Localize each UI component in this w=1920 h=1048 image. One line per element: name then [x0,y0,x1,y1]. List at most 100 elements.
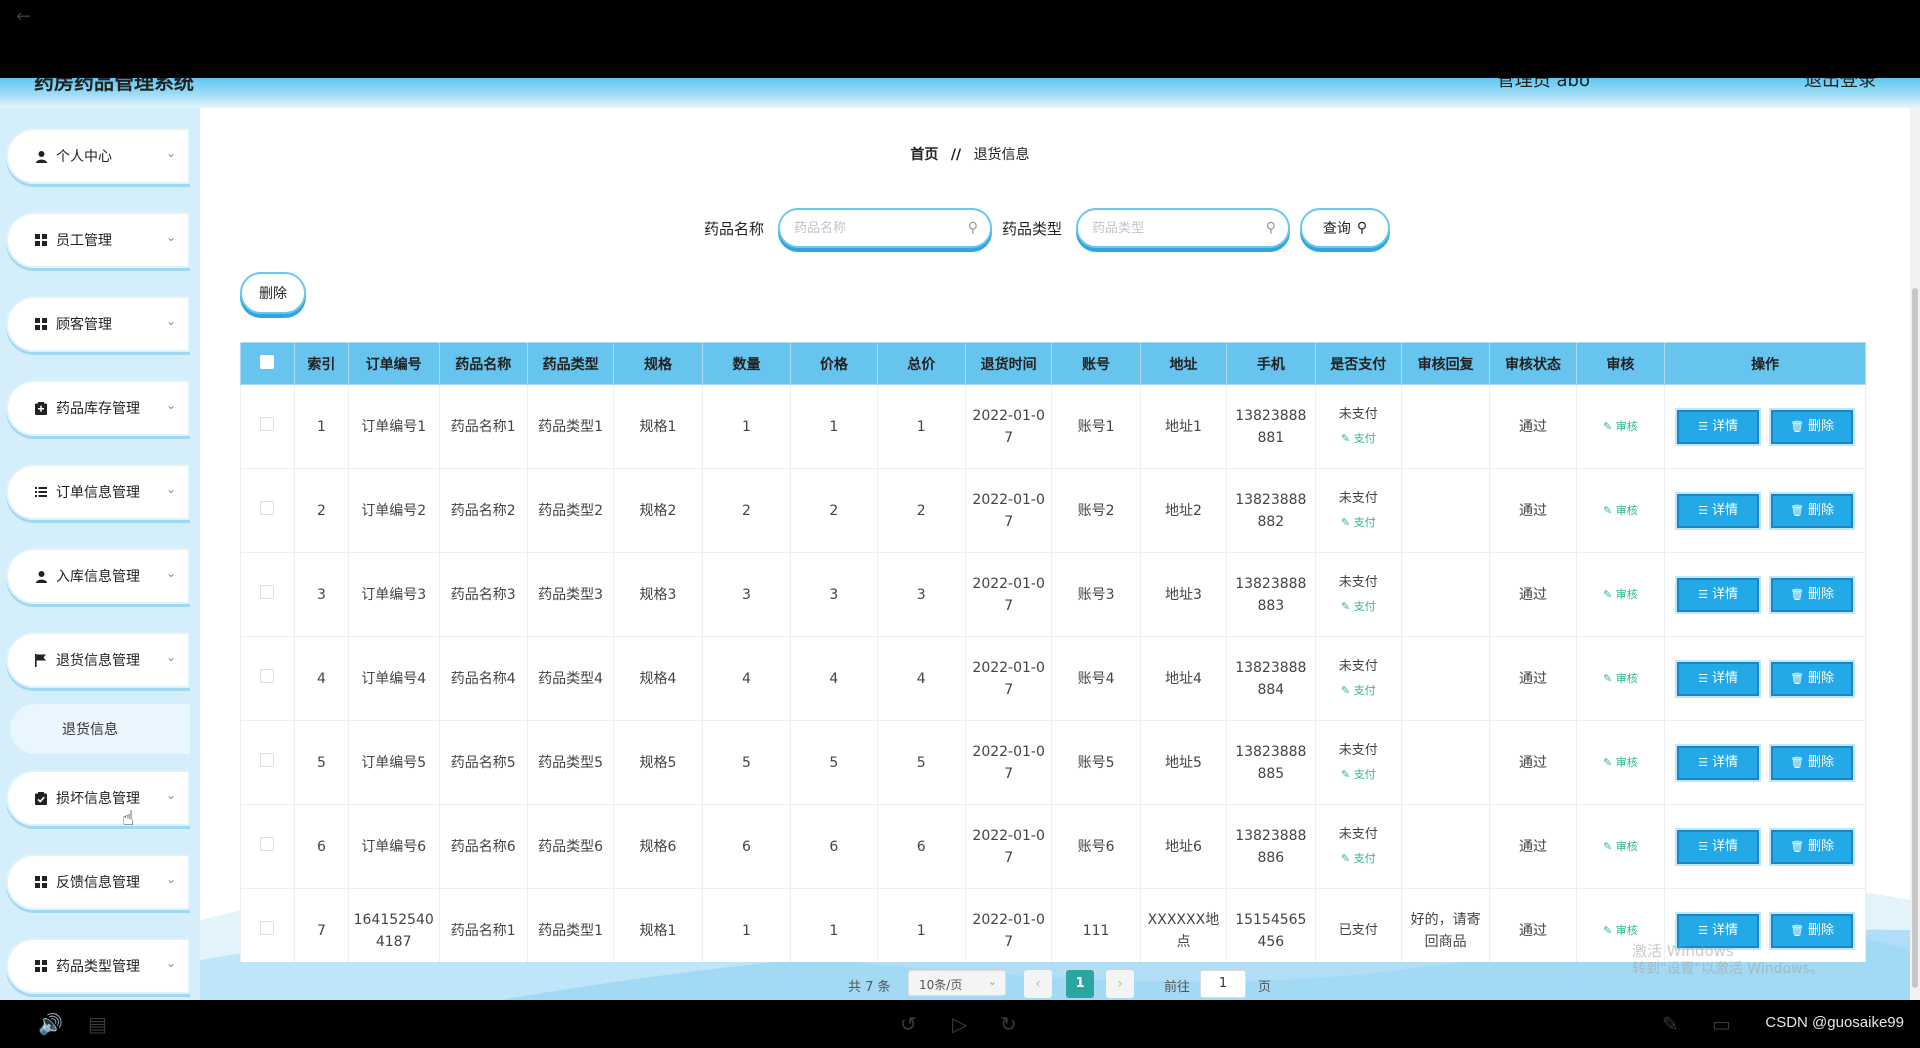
next-page-button[interactable]: › [1106,970,1134,998]
row-checkbox[interactable] [260,836,275,851]
audit-link[interactable]: ✎ 审核 [1603,420,1638,433]
drug-type-search[interactable]: ⚲ [1076,208,1290,248]
sidebar-item-drug-type[interactable]: 药品类型管理 ⌄ [6,938,190,994]
detail-button[interactable]: ☰ 详情 [1677,829,1760,864]
select-all-checkbox[interactable] [260,354,275,369]
cell-total: 6 [876,804,967,889]
sidebar-item-damage[interactable]: 损坏信息管理 ⌄ [6,770,190,826]
audit-link[interactable]: ✎ 审核 [1603,504,1638,517]
row-checkbox[interactable] [260,500,275,515]
cell-return-time: 2022-01-07 [964,720,1053,805]
pay-link[interactable]: ✎ 支付 [1320,764,1397,786]
cell-spec: 规格3 [613,552,703,637]
pay-link[interactable]: ✎ 支付 [1320,680,1397,702]
drug-name-input[interactable] [794,220,954,236]
delete-button[interactable]: 🗑 删除 [1771,577,1854,612]
delete-button[interactable]: 🗑 删除 [1771,745,1854,780]
row-select-cell [240,552,295,637]
logout-link[interactable]: 退出登录 [1804,78,1876,92]
subtitle-icon[interactable]: ▤ [88,1012,107,1036]
row-checkbox[interactable] [260,416,275,431]
forward-icon[interactable]: ↻ [1000,1012,1017,1036]
cell-return-time: 2022-01-07 [964,636,1053,721]
detail-button-label: 详情 [1711,502,1738,518]
table-row: 1 订单编号1 药品名称1 药品类型1 规格1 1 1 1 2022-01-07 账号1 地址1 13… [240,384,1866,469]
pay-link-label: 支付 [1353,767,1376,781]
detail-button[interactable]: ☰ 详情 [1677,409,1760,444]
back-arrow-icon[interactable]: ← [16,6,31,27]
pay-link[interactable]: ✎ 支付 [1320,596,1397,618]
delete-button-label: 删除 [1808,670,1835,686]
sidebar-item-drug-stock[interactable]: 药品库存管理 ⌄ [6,380,190,436]
pen-icon[interactable]: ✎ [1662,1012,1679,1036]
rewind-icon[interactable]: ↺ [900,1012,917,1036]
cell-drug-name: 药品名称2 [438,468,528,553]
user-icon [34,149,48,163]
cell-address: 地址5 [1139,720,1228,805]
sidebar-item-label: 顾客管理 [56,317,112,333]
submenu-item-return-info[interactable]: 退货信息 [10,704,190,754]
pay-link[interactable]: ✎ 支付 [1320,848,1397,870]
detail-button[interactable]: ☰ 详情 [1677,577,1760,612]
row-checkbox[interactable] [260,752,275,767]
audit-link[interactable]: ✎ 审核 [1603,840,1638,853]
screen-icon[interactable]: ▭ [1712,1012,1731,1036]
sidebar-item-order[interactable]: 订单信息管理 ⌄ [6,464,190,520]
delete-button[interactable]: 🗑 删除 [1771,829,1854,864]
delete-button[interactable]: 🗑 删除 [1771,661,1854,696]
delete-button[interactable]: 🗑 删除 [1771,409,1854,444]
pay-link[interactable]: ✎ 支付 [1320,428,1397,450]
batch-delete-button[interactable]: 删除 [240,272,306,314]
page-size-select[interactable]: 10条/页 ⌄ [908,970,1006,996]
chevron-down-icon: ⌄ [165,788,176,802]
cell-drug-name: 药品名称3 [438,552,528,637]
breadcrumb: 首页 // 退货信息 [200,144,1740,164]
row-checkbox[interactable] [260,584,275,599]
vertical-scrollbar[interactable] [1910,108,1920,1000]
audit-link[interactable]: ✎ 审核 [1603,588,1638,601]
pay-status: 未支付 [1338,826,1378,842]
audit-link[interactable]: ✎ 审核 [1603,924,1638,937]
breadcrumb-home[interactable]: 首页 [910,147,938,163]
sidebar-item-inbound[interactable]: 入库信息管理 ⌄ [6,548,190,604]
drug-type-input[interactable] [1092,220,1252,236]
sidebar-item-return[interactable]: 退货信息管理 ⌄ [6,632,190,688]
row-select-cell [240,384,295,469]
cell-index: 5 [293,720,349,805]
sidebar-item-label: 损坏信息管理 [56,791,140,807]
drug-type-label: 药品类型 [1002,220,1063,238]
sidebar-item-customer[interactable]: 顾客管理 ⌄ [6,296,190,352]
prev-page-button[interactable]: ‹ [1024,970,1052,998]
grid-icon [34,875,48,889]
delete-button[interactable]: 🗑 删除 [1771,493,1854,528]
document-icon: ☰ [1698,755,1708,769]
volume-icon[interactable]: 🔊 [38,1012,63,1036]
play-icon[interactable]: ▷ [952,1012,967,1036]
page-number-active[interactable]: 1 [1066,970,1094,998]
scrollbar-thumb[interactable] [1912,288,1918,988]
cell-spec: 规格1 [613,384,703,469]
cell-address: 地址1 [1139,384,1228,469]
audit-link-label: 审核 [1615,672,1638,685]
sidebar-item-employee[interactable]: 员工管理 ⌄ [6,212,190,268]
pay-link[interactable]: ✎ 支付 [1320,512,1397,534]
audit-link[interactable]: ✎ 审核 [1603,672,1638,685]
cell-audit: ✎ 审核 [1575,804,1666,889]
cell-operations: ☰ 详情 🗑 删除 [1664,804,1866,889]
cell-status: 通过 [1489,636,1577,721]
detail-button[interactable]: ☰ 详情 [1677,745,1760,780]
drug-name-label: 药品名称 [704,220,765,238]
goto-page-input[interactable]: 1 [1200,970,1246,998]
query-button[interactable]: 查询 ⚲ [1300,208,1390,248]
sidebar-item-personal-center[interactable]: 个人中心 ⌄ [6,128,190,184]
sidebar-item-feedback[interactable]: 反馈信息管理 ⌄ [6,854,190,910]
drug-name-search[interactable]: ⚲ [778,208,992,248]
grid-icon [34,233,48,247]
row-checkbox[interactable] [260,668,275,683]
row-checkbox[interactable] [260,920,275,935]
detail-button[interactable]: ☰ 详情 [1677,661,1760,696]
cell-phone: 13823888881 [1226,384,1316,469]
trash-icon: 🗑 [1790,503,1805,517]
detail-button[interactable]: ☰ 详情 [1677,493,1760,528]
audit-link[interactable]: ✎ 审核 [1603,756,1638,769]
